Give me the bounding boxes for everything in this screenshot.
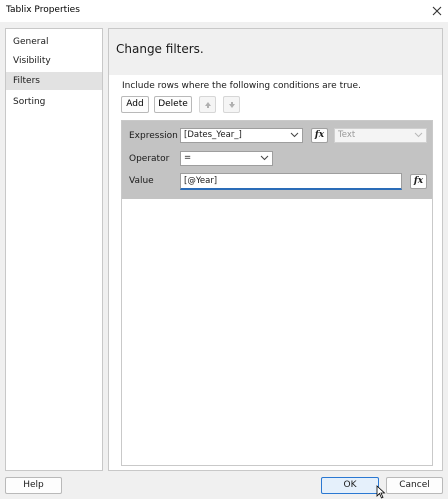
operator-label: Operator — [129, 154, 170, 164]
value-function-button[interactable]: fx — [410, 174, 427, 189]
filter-row[interactable]: Expression [Dates_Year_] fx Text Operato… — [122, 121, 432, 199]
type-value: Text — [338, 130, 356, 140]
cancel-button[interactable]: Cancel — [386, 477, 443, 494]
filter-list: Expression [Dates_Year_] fx Text Operato… — [121, 120, 433, 466]
add-button[interactable]: Add — [121, 96, 149, 113]
page-title: Change filters. — [116, 42, 204, 56]
expression-function-button[interactable]: fx — [311, 128, 328, 143]
value-label: Value — [129, 176, 154, 186]
expression-label: Expression — [129, 131, 178, 141]
value-input[interactable]: [@Year] — [180, 173, 402, 190]
content-header: Change filters. — [109, 29, 442, 75]
instruction-text: Include rows where the following conditi… — [122, 81, 361, 91]
operator-value: = — [184, 153, 192, 163]
sidebar-item-label: Visibility — [13, 56, 51, 66]
sidebar-item-visibility[interactable]: Visibility — [6, 52, 102, 70]
chevron-down-icon — [260, 155, 269, 161]
chevron-down-icon — [290, 132, 299, 138]
sidebar-item-filters[interactable]: Filters — [6, 72, 102, 90]
help-button[interactable]: Help — [5, 477, 62, 494]
sidebar-item-label: Sorting — [13, 97, 46, 107]
sidebar-item-sorting[interactable]: Sorting — [6, 93, 102, 111]
operator-dropdown[interactable]: = — [180, 151, 273, 166]
mouse-cursor-icon — [376, 485, 386, 499]
move-up-button[interactable] — [199, 96, 216, 113]
sidebar-item-label: Filters — [13, 76, 40, 86]
sidebar-item-label: General — [13, 37, 49, 47]
window-title: Tablix Properties — [6, 5, 80, 15]
expression-dropdown[interactable]: [Dates_Year_] — [180, 128, 303, 143]
value-text: [@Year] — [184, 176, 218, 186]
content-panel: Change filters. Include rows where the f… — [108, 28, 443, 471]
expression-value: [Dates_Year_] — [184, 130, 242, 140]
arrow-down-icon — [228, 101, 235, 108]
ok-button[interactable]: OK — [321, 477, 379, 494]
function-icon: fx — [413, 176, 424, 186]
function-icon: fx — [314, 130, 325, 140]
close-icon[interactable] — [426, 0, 448, 22]
move-down-button[interactable] — [223, 96, 240, 113]
arrow-up-icon — [204, 101, 211, 108]
sidebar-item-general[interactable]: General — [6, 33, 102, 51]
type-dropdown: Text — [334, 128, 427, 143]
sidebar-nav: General Visibility Filters Sorting — [5, 28, 103, 471]
delete-button[interactable]: Delete — [154, 96, 192, 113]
chevron-down-icon — [414, 132, 423, 138]
title-bar: Tablix Properties — [0, 0, 448, 22]
